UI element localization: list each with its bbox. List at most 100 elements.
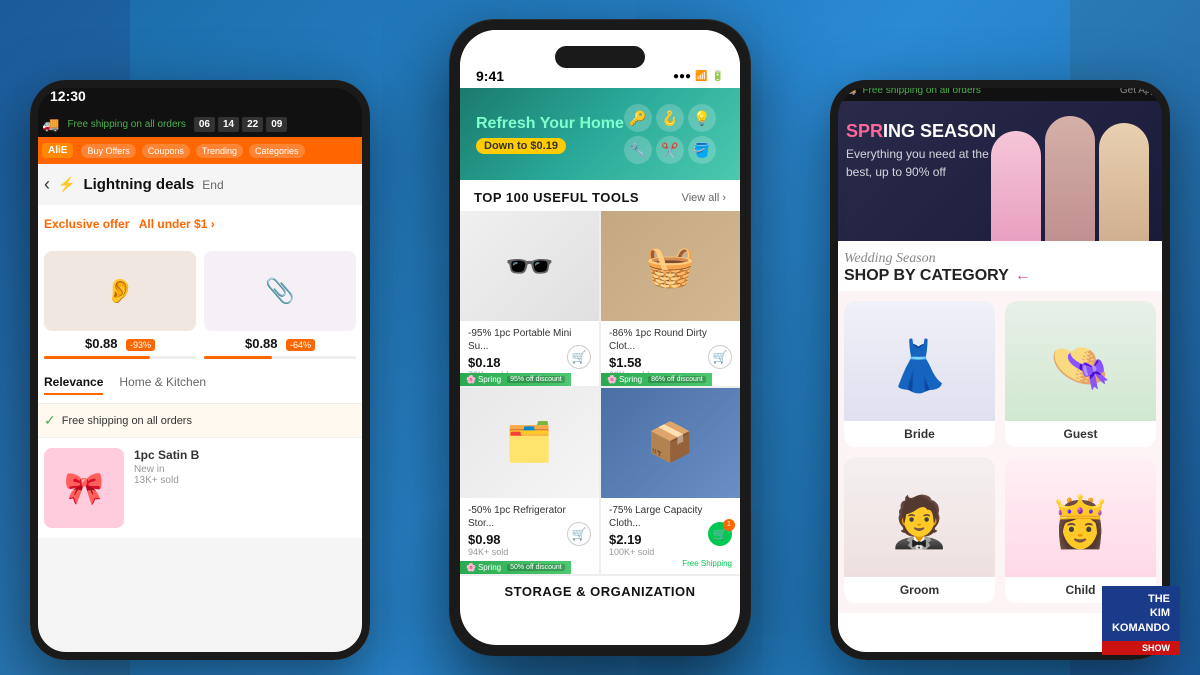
lightning-icon: ⚡	[58, 176, 75, 193]
hero-icon-1: 🔑	[624, 104, 652, 132]
progress-fill	[44, 356, 150, 359]
progress-fill-2	[204, 356, 272, 359]
cart-badge: 1	[723, 519, 735, 531]
right-hero: SPRING SEASON Everything you need at the…	[830, 101, 1170, 241]
center-phone-screen: 9:41 ●●● 📶 🔋 Refresh Your Home Down to $…	[460, 30, 740, 645]
guest-label: Guest	[1005, 421, 1156, 447]
glasses-cart-btn[interactable]: 🛒	[567, 345, 591, 369]
discount-badge: -93%	[126, 339, 155, 351]
exclusive-section: Exclusive offer All under $1 ›	[30, 205, 370, 243]
progress-bar-2	[204, 356, 356, 359]
product-title: 1pc Satin B	[134, 448, 356, 462]
progress-bar	[44, 356, 196, 359]
back-button[interactable]: ‹	[44, 174, 50, 195]
hero-icon-6: 🪣	[688, 136, 716, 164]
storage-info: -75% Large Capacity Cloth... $2.19 100K+…	[601, 498, 740, 574]
clip-image: 📎	[204, 251, 356, 331]
child-image: 👸	[1005, 457, 1156, 577]
countdown-s: 22	[242, 117, 263, 132]
guest-image: 👒	[1005, 301, 1156, 421]
view-all-link[interactable]: View all ›	[682, 192, 726, 204]
hero-product-icons: 🔑 🪝 💡 🔧 ✂️ 🪣	[624, 104, 724, 164]
battery-icon: 🔋	[712, 71, 724, 82]
storage-cart-btn[interactable]: 🛒 1	[708, 522, 732, 546]
dynamic-island	[555, 46, 645, 68]
groom-image: 🤵	[844, 457, 995, 577]
lightning-header: ‹ ⚡ Lightning deals End	[30, 164, 370, 205]
countdown-h: 06	[194, 117, 215, 132]
left-top-banner: 🚚 Free shipping on all orders 06 14 22 0…	[30, 112, 370, 137]
watermark-text: THE KIM KOMANDO	[1102, 586, 1180, 641]
right-section-header: Wedding Season SHOP BY CATEGORY ←	[830, 241, 1170, 291]
price-text-2: $0.88	[245, 336, 278, 351]
wm-line4: SHOW	[1142, 643, 1170, 653]
hero-banner: Refresh Your Home Down to $0.19 🔑 🪝 💡 🔧 …	[460, 88, 740, 180]
top-banner-text: Free shipping on all orders	[67, 119, 185, 130]
right-hero-sub2: best, up to 90% off	[846, 165, 996, 179]
right-phone-screen: 🚚 Free shipping on all orders Get App SP…	[830, 80, 1170, 660]
right-top-text: Free shipping on all orders	[862, 85, 980, 96]
watermark-show: SHOW	[1102, 641, 1180, 655]
basket-cart-btn[interactable]: 🛒	[708, 345, 732, 369]
product-grid: 🕶️ 🌸Spring 95% off discount -95% 1pc Por…	[460, 211, 740, 576]
category-child[interactable]: 👸 Child	[1005, 457, 1156, 603]
right-ship-icon: 🚚	[844, 85, 856, 96]
spring-tag-1: 🌸Spring 95% off discount	[460, 373, 571, 386]
nav-items: Buy Offers Coupons Trending Categories	[81, 144, 304, 158]
countdown-m: 14	[218, 117, 239, 132]
product-list-info: 1pc Satin B New in 13K+ sold	[134, 448, 356, 528]
center-screen-content: 9:41 ●●● 📶 🔋 Refresh Your Home Down to $…	[460, 30, 740, 645]
tab-home-kitchen[interactable]: Home & Kitchen	[119, 375, 206, 395]
nav-buy-offers[interactable]: Buy Offers	[81, 144, 135, 158]
nav-coupons[interactable]: Coupons	[142, 144, 190, 158]
category-bride[interactable]: 👗 Bride	[844, 301, 995, 447]
free-shipping-label: Free Shipping	[609, 559, 732, 568]
tab-relevance[interactable]: Relevance	[44, 375, 103, 395]
exclusive-arrow[interactable]: ›	[211, 217, 215, 231]
status-icons: ●●● 📶 🔋	[673, 71, 724, 82]
signal-icon: ●●●	[673, 71, 691, 82]
glasses-price: $0.18	[468, 355, 508, 370]
product-cell-fridge[interactable]: 🗂️ 🌸Spring 50% off discount -50% 1pc Ref…	[460, 388, 599, 574]
hero-icon-4: 🔧	[624, 136, 652, 164]
right-hero-text: SPRING SEASON Everything you need at the…	[846, 121, 996, 179]
right-phone: 🚚 Free shipping on all orders Get App SP…	[830, 80, 1170, 660]
nav-trending[interactable]: Trending	[196, 144, 243, 158]
category-guest[interactable]: 👒 Guest	[1005, 301, 1156, 447]
earring-price: $0.88 -93%	[44, 335, 196, 353]
free-shipping-text: Free shipping on all orders	[62, 415, 192, 427]
category-groom[interactable]: 🤵 Groom	[844, 457, 995, 603]
model-images	[970, 101, 1170, 241]
free-shipping-banner: ✓ Free shipping on all orders	[30, 404, 370, 437]
product-subtitle: New in	[134, 464, 356, 475]
product-cell-glasses[interactable]: 🕶️ 🌸Spring 95% off discount -95% 1pc Por…	[460, 211, 599, 386]
lightning-title: Lightning deals	[83, 176, 194, 193]
hero-icon-5: ✂️	[656, 136, 684, 164]
left-status-bar: 12:30	[30, 80, 370, 112]
shop-by-category-row: SHOP BY CATEGORY ←	[844, 267, 1156, 285]
storage-image: 📦	[601, 388, 740, 498]
countdown: 06 14 22 09	[194, 117, 288, 132]
product-card-earring[interactable]: 👂 $0.88 -93%	[44, 251, 196, 359]
wm-line2: KIM	[1150, 607, 1170, 619]
hero-icon-3: 💡	[688, 104, 716, 132]
fridge-cart-btn[interactable]: 🛒	[567, 522, 591, 546]
wm-line3: KOMANDO	[1112, 622, 1170, 634]
right-top-bar: 🚚 Free shipping on all orders Get App	[830, 80, 1170, 101]
groom-label: Groom	[844, 577, 995, 603]
right-hero-headline: SPRING SEASON	[846, 121, 996, 143]
product-cell-storage[interactable]: 📦 -75% Large Capacity Cloth... $2.19 100…	[601, 388, 740, 574]
bride-label: Bride	[844, 421, 995, 447]
fridge-info: -50% 1pc Refrigerator Stor... $0.98 94K+…	[460, 498, 599, 563]
product-list-item[interactable]: 🎀 1pc Satin B New in 13K+ sold	[30, 437, 370, 538]
product-cell-basket[interactable]: 🧺 🌸Spring 86% off discount -86% 1pc Roun…	[601, 211, 740, 386]
nav-categories[interactable]: Categories	[249, 144, 305, 158]
top100-title: TOP 100 USEFUL TOOLS	[474, 190, 639, 205]
product-row: 👂 $0.88 -93% 📎 $0.88 -64%	[30, 243, 370, 367]
spring-tag-3: 🌸Spring 50% off discount	[460, 561, 571, 574]
wm-line1: THE	[1148, 593, 1170, 605]
exclusive-price: All under $1	[139, 217, 208, 231]
center-time: 9:41	[476, 68, 504, 84]
app-link[interactable]: Get App	[1120, 85, 1156, 96]
product-card-clip[interactable]: 📎 $0.88 -64%	[204, 251, 356, 359]
